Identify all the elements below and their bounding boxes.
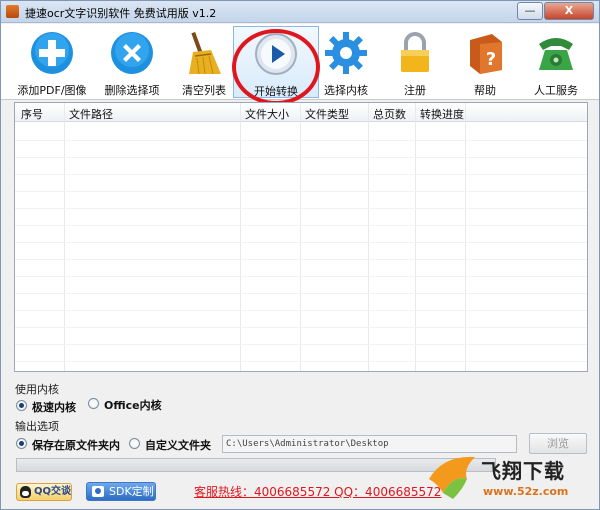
sdk-logo-icon: [92, 486, 104, 497]
column-divider: [300, 103, 301, 371]
play-icon: [255, 33, 297, 75]
column-file-path[interactable]: 文件路径: [69, 106, 113, 122]
add-pdf-image-label: 添加PDF/图像: [17, 84, 87, 97]
column-divider: [368, 103, 369, 371]
sdk-custom-button[interactable]: SDK定制: [86, 482, 156, 501]
sdk-custom-label: SDK定制: [109, 485, 154, 498]
column-index[interactable]: 序号: [21, 106, 43, 122]
output-section-label: 输出选项: [15, 420, 59, 433]
svg-text:?: ?: [486, 49, 496, 70]
manual-service-button[interactable]: 人工服务: [513, 26, 599, 98]
column-progress[interactable]: 转换进度: [420, 106, 464, 122]
qq-chat-button[interactable]: QQ交谈: [16, 483, 72, 501]
empty-row-line: [15, 242, 587, 243]
engine-section-label: 使用内核: [15, 383, 59, 396]
empty-row-line: [15, 327, 587, 328]
watermark-logo-icon: [429, 456, 475, 499]
app-window: 捷速ocr文字识别软件 免费试用版 v1.2 — X 添加PDF/图像 删除选择…: [0, 0, 600, 510]
output-original-folder-label[interactable]: 保存在原文件夹内: [32, 437, 120, 453]
column-file-size[interactable]: 文件大小: [245, 106, 289, 122]
manual-service-label: 人工服务: [534, 84, 578, 97]
column-divider: [465, 103, 466, 371]
broom-icon: [189, 31, 221, 75]
empty-row-line: [15, 293, 587, 294]
delete-icon: [111, 32, 153, 74]
app-icon: [6, 5, 19, 18]
empty-row-line: [15, 310, 587, 311]
empty-row-line: [15, 344, 587, 345]
window-title: 捷速ocr文字识别软件 免费试用版 v1.2: [25, 7, 217, 20]
help-book-icon: ?: [470, 34, 502, 74]
empty-row-line: [15, 276, 587, 277]
column-divider: [64, 103, 65, 371]
column-total-pages[interactable]: 总页数: [373, 106, 406, 122]
add-icon: [31, 32, 73, 74]
empty-row-line: [15, 259, 587, 260]
output-custom-folder-label[interactable]: 自定义文件夹: [145, 437, 211, 453]
watermark-url: www.52z.com: [483, 485, 569, 498]
title-bar[interactable]: 捷速ocr文字识别软件 免费试用版 v1.2 — X: [1, 1, 599, 23]
empty-row-line: [15, 191, 587, 192]
column-divider: [240, 103, 241, 371]
engine-fast-radio[interactable]: [16, 400, 27, 411]
column-divider: [415, 103, 416, 371]
output-custom-folder-radio[interactable]: [129, 438, 140, 449]
empty-row-line: [15, 140, 587, 141]
qq-chat-label: QQ交谈: [34, 486, 72, 497]
output-original-folder-radio[interactable]: [16, 438, 27, 449]
empty-row-line: [15, 157, 587, 158]
empty-row-line: [15, 225, 587, 226]
engine-office-radio[interactable]: [88, 398, 99, 409]
column-file-type[interactable]: 文件类型: [305, 106, 349, 122]
toolbar: 添加PDF/图像 删除选择项 清空列表 开始转换 选择内核 注册 ? 帮助 人工…: [1, 24, 599, 100]
file-list-header: 序号 文件路径 文件大小 文件类型 总页数 转换进度: [15, 103, 587, 122]
watermark: 飞翔下载 www.52z.com: [421, 447, 599, 509]
empty-row-line: [15, 208, 587, 209]
service-hotline-link[interactable]: 客服热线：4006685572 QQ：4006685572: [194, 483, 441, 500]
add-pdf-image-button[interactable]: 添加PDF/图像: [9, 26, 95, 98]
engine-office-label[interactable]: Office内核: [104, 397, 162, 413]
phone-icon: [539, 38, 573, 70]
qq-penguin-icon: [20, 486, 31, 498]
engine-fast-label[interactable]: 极速内核: [32, 399, 76, 415]
watermark-text: 飞翔下载: [481, 459, 565, 483]
empty-row-line: [15, 174, 587, 175]
file-list[interactable]: 序号 文件路径 文件大小 文件类型 总页数 转换进度: [14, 102, 588, 372]
gear-icon: [325, 32, 367, 74]
empty-row-line: [15, 361, 587, 362]
lock-icon: [401, 32, 429, 72]
minimize-button[interactable]: —: [517, 2, 543, 20]
close-button[interactable]: X: [544, 2, 594, 20]
